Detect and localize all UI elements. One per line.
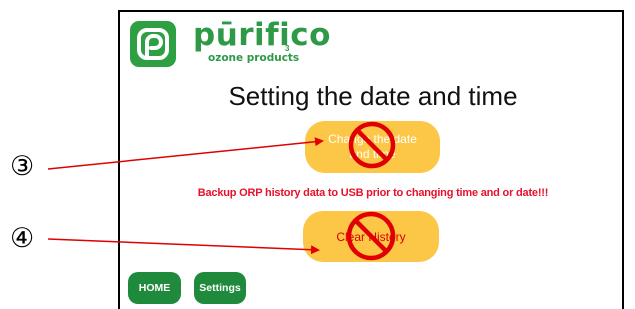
device-screen: pūrifico 3 ozone products Setting the da… — [118, 10, 624, 309]
home-label: HOME — [138, 282, 171, 294]
page: pūrifico 3 ozone products Setting the da… — [0, 0, 635, 309]
clear-history-button[interactable]: Clear History — [303, 211, 439, 262]
brand-name: pūrifico — [193, 17, 331, 53]
change-date-time-label: Change the date and time — [328, 132, 417, 161]
settings-button[interactable]: Settings — [194, 272, 246, 304]
purifico-logo-icon — [130, 21, 176, 67]
change-date-time-button[interactable]: Change the date and time — [305, 121, 440, 173]
home-button[interactable]: HOME — [128, 272, 181, 304]
page-title: Setting the date and time — [228, 81, 518, 111]
backup-warning: Backup ORP history data to USB prior to … — [197, 187, 549, 199]
settings-label: Settings — [199, 282, 241, 294]
clear-history-label: Clear History — [336, 229, 406, 244]
callout-marker-3: ③ — [10, 151, 35, 182]
brand-subtitle: ozone products — [208, 52, 300, 64]
callout-marker-4: ④ — [10, 223, 35, 254]
